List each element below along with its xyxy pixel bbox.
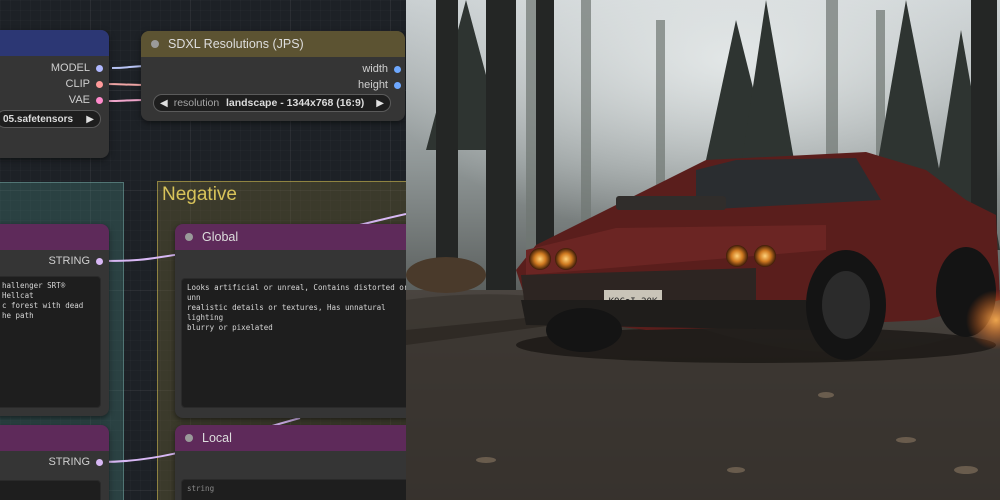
output-width-label: width [362,63,388,75]
negative-local-header[interactable]: Local [175,425,406,451]
ckpt-name-value: 05.safetensors [3,113,74,125]
node-graph-canvas[interactable]: Negative MODEL CLIP VAE 05.safetensors ▶ [0,0,406,500]
resolution-label: resolution [173,97,220,109]
output-clip[interactable]: CLIP [66,78,103,90]
resolution-value: landscape - 1344x768 (16:9) [225,97,365,109]
output-model[interactable]: MODEL [51,62,103,74]
negative-local-node[interactable]: Local string [175,425,406,500]
collapse-dot-icon[interactable] [185,233,193,241]
sdxl-resolutions-header[interactable]: SDXL Resolutions (JPS) [141,31,405,57]
combo-right-arrow-icon[interactable]: ▶ [370,98,390,109]
combo-right-arrow-icon[interactable]: ▶ [80,114,100,125]
positive-local-textarea[interactable] [0,480,101,500]
negative-local-textarea[interactable]: string [181,479,406,500]
output-width[interactable]: width [362,63,401,75]
sdxl-resolutions-node[interactable]: SDXL Resolutions (JPS) width height ◀ re… [141,31,405,121]
collapse-dot-icon[interactable] [185,434,193,442]
positive-local-node[interactable]: STRING [0,425,109,500]
output-height-slot[interactable] [394,81,401,89]
generated-image: KOC●I 20K [406,0,1000,500]
output-height-label: height [358,79,388,91]
positive-global-header[interactable] [0,224,109,250]
output-model-label: MODEL [50,62,90,74]
positive-global-node[interactable]: STRING hallenger SRT® Hellcat c forest w… [0,224,109,416]
positive-local-header[interactable] [0,425,109,451]
group-negative-title: Negative [162,184,237,205]
ckpt-name-combo[interactable]: 05.safetensors ▶ [0,110,101,128]
output-vae-label: VAE [68,94,90,106]
checkpoint-loader-node[interactable]: MODEL CLIP VAE 05.safetensors ▶ [0,30,109,158]
negative-global-node[interactable]: Global Looks artificial or unreal, Conta… [175,224,406,418]
collapse-dot-icon[interactable] [151,40,159,48]
output-string[interactable]: STRING [48,255,103,267]
image-preview: KOC●I 20K [406,0,1000,500]
output-string-slot[interactable] [96,257,103,265]
output-string-slot[interactable] [96,458,103,466]
resolution-combo[interactable]: ◀ resolution landscape - 1344x768 (16:9)… [153,94,391,112]
negative-local-title: Local [202,431,232,445]
negative-global-textarea[interactable]: Looks artificial or unreal, Contains dis… [181,278,406,408]
output-clip-label: CLIP [65,78,90,90]
output-string-label: STRING [48,456,90,468]
negative-global-header[interactable]: Global [175,224,406,250]
combo-left-arrow-icon[interactable]: ◀ [154,98,174,109]
negative-global-title: Global [202,230,239,244]
positive-global-textarea[interactable]: hallenger SRT® Hellcat c forest with dea… [0,276,101,408]
output-vae-slot[interactable] [96,96,103,104]
output-clip-slot[interactable] [96,80,103,88]
output-model-slot[interactable] [96,64,103,72]
output-string-label: STRING [48,255,90,267]
output-string[interactable]: STRING [48,456,103,468]
output-width-slot[interactable] [394,65,401,73]
output-vae[interactable]: VAE [69,94,103,106]
output-height[interactable]: height [358,79,401,91]
checkpoint-loader-header[interactable] [0,30,109,56]
sdxl-resolutions-title: SDXL Resolutions (JPS) [168,37,304,51]
